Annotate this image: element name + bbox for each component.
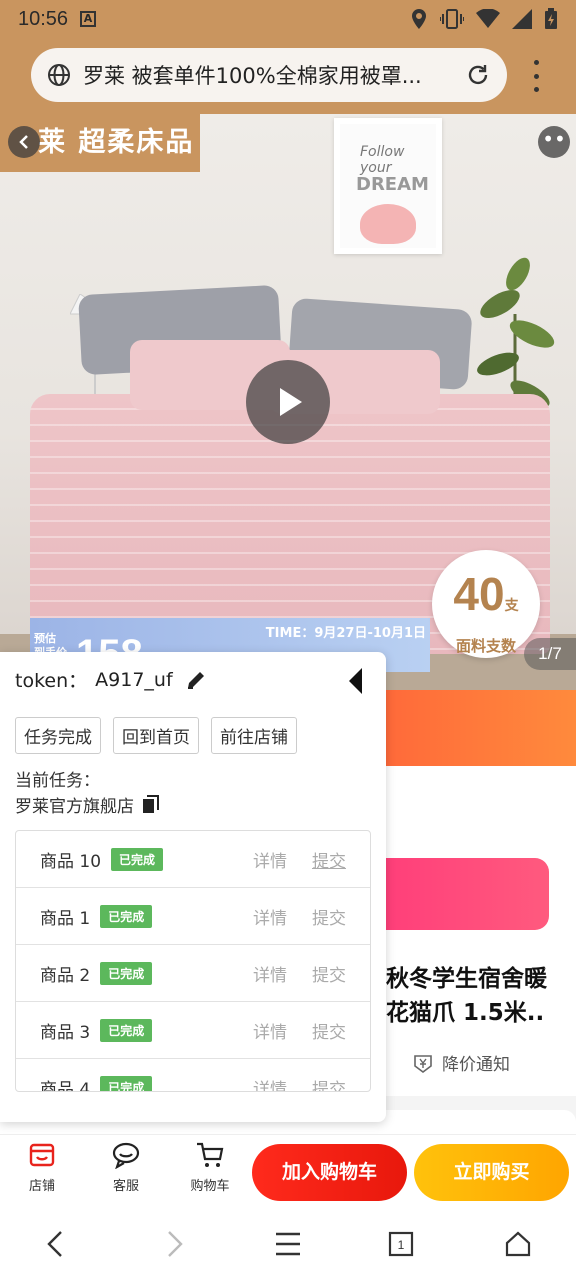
submit-link[interactable]: 提交 (312, 961, 346, 986)
item-name: 商品 10 (40, 851, 102, 872)
item-name: 商品 1 (40, 908, 91, 929)
bottom-action-bar: 店铺 客服 购物车 加入购物车 立即购买 (0, 1134, 576, 1208)
table-row: 商品 3 已完成 详情 提交 (16, 1002, 370, 1059)
menu-lines-icon[interactable] (274, 1230, 302, 1258)
item-name: 商品 4 (40, 1079, 91, 1092)
system-nav-bar: 1 (0, 1208, 576, 1280)
chevron-left-icon (19, 135, 28, 149)
detail-link[interactable]: 详情 (253, 847, 287, 872)
status-badge: 已完成 (100, 904, 153, 928)
detail-link[interactable]: 详情 (253, 961, 287, 986)
task-panel: token： A917_uf 任务完成 回到首页 前往店铺 当前任务： 罗莱官方… (0, 652, 386, 1122)
token-label: token： (15, 670, 88, 692)
home-icon[interactable] (504, 1230, 532, 1258)
globe-icon (48, 64, 70, 86)
reload-icon[interactable] (465, 62, 491, 88)
task-complete-button[interactable]: 任务完成 (15, 717, 101, 754)
signal-icon (512, 9, 532, 29)
page-title-url: 罗莱 被套单件100%全棉家用被罩... (83, 64, 422, 88)
submit-link[interactable]: 提交 (312, 904, 346, 929)
cart-icon (197, 1142, 224, 1167)
product-task-list: 商品 10 已完成 详情 提交 商品 1 已完成 详情 提交 商品 2 已完成 … (15, 830, 371, 1092)
yen-bell-icon (414, 1054, 432, 1073)
edit-pencil-icon[interactable] (185, 669, 207, 691)
browser-menu-icon[interactable] (526, 60, 546, 92)
current-task-value: 罗莱官方旗舰店 (15, 792, 160, 817)
cart-button[interactable]: 购物车 (180, 1141, 240, 1194)
back-arrow-icon[interactable] (44, 1230, 68, 1258)
current-task-label: 当前任务： (15, 771, 100, 791)
play-icon (280, 388, 302, 416)
add-to-cart-button[interactable]: 加入购物车 (252, 1144, 407, 1201)
customer-service-button[interactable]: 客服 (96, 1141, 156, 1194)
more-button[interactable]: •• (538, 126, 570, 158)
table-row: 商品 4 已完成 详情 提交 (16, 1059, 370, 1092)
item-name: 商品 2 (40, 965, 91, 986)
price-notice-button[interactable]: 降价通知 (412, 1050, 510, 1075)
token-row: token： A917_uf (15, 666, 207, 693)
wifi-icon (476, 9, 500, 28)
address-bar[interactable]: 罗莱 被套单件100%全棉家用被罩... (31, 48, 507, 102)
submit-link[interactable]: 提交 (312, 1018, 346, 1043)
browser-toolbar: 罗莱 被套单件100%全棉家用被罩... (0, 38, 576, 114)
status-badge: 已完成 (100, 1075, 153, 1091)
battery-icon (545, 8, 557, 29)
tabs-icon[interactable]: 1 (388, 1230, 414, 1258)
product-info-card (386, 766, 576, 1096)
go-store-button[interactable]: 前往店铺 (211, 717, 297, 754)
detail-link[interactable]: 详情 (253, 1018, 287, 1043)
back-button[interactable] (8, 126, 40, 158)
chat-bubble-icon (112, 1142, 140, 1170)
copy-icon[interactable] (142, 794, 160, 815)
location-icon (412, 9, 426, 29)
collapse-panel-icon[interactable] (346, 666, 366, 696)
forward-arrow-icon[interactable] (162, 1230, 186, 1258)
svg-text:1: 1 (398, 1238, 405, 1252)
token-value: A917_uf (95, 668, 173, 691)
shop-icon (29, 1143, 55, 1167)
back-home-button[interactable]: 回到首页 (113, 717, 199, 754)
image-counter: 1/7 (524, 638, 576, 670)
coupon-banner[interactable] (386, 858, 549, 930)
notification-icon: A (80, 11, 97, 27)
shop-button[interactable]: 店铺 (12, 1141, 72, 1194)
product-image[interactable]: Follow your DREAM 莱 超柔床品 •• 预估 到手价 ¥ 158… (0, 114, 576, 690)
status-badge: 已完成 (100, 1018, 153, 1042)
product-title: 秋冬学生宿舍暖 花猫爪 1.5米.. (386, 966, 547, 1026)
submit-link[interactable]: 提交 (312, 847, 346, 872)
buy-now-button[interactable]: 立即购买 (414, 1144, 569, 1201)
status-bar: 10:56 A (0, 0, 576, 38)
item-name: 商品 3 (40, 1022, 91, 1043)
promo-band (386, 690, 576, 766)
table-row: 商品 10 已完成 详情 提交 (16, 831, 370, 888)
detail-link[interactable]: 详情 (253, 904, 287, 929)
table-row: 商品 2 已完成 详情 提交 (16, 945, 370, 1002)
table-row: 商品 1 已完成 详情 提交 (16, 888, 370, 945)
detail-link[interactable]: 详情 (253, 1075, 287, 1092)
wall-poster: Follow your DREAM (334, 118, 442, 254)
thread-count-badge: 40支 面料支数 (432, 550, 540, 658)
vibrate-icon (440, 9, 464, 29)
submit-link[interactable]: 提交 (312, 1075, 346, 1092)
status-time: 10:56 (18, 7, 69, 30)
status-badge: 已完成 (100, 961, 153, 985)
play-video-button[interactable] (246, 360, 330, 444)
status-badge: 已完成 (111, 847, 164, 871)
